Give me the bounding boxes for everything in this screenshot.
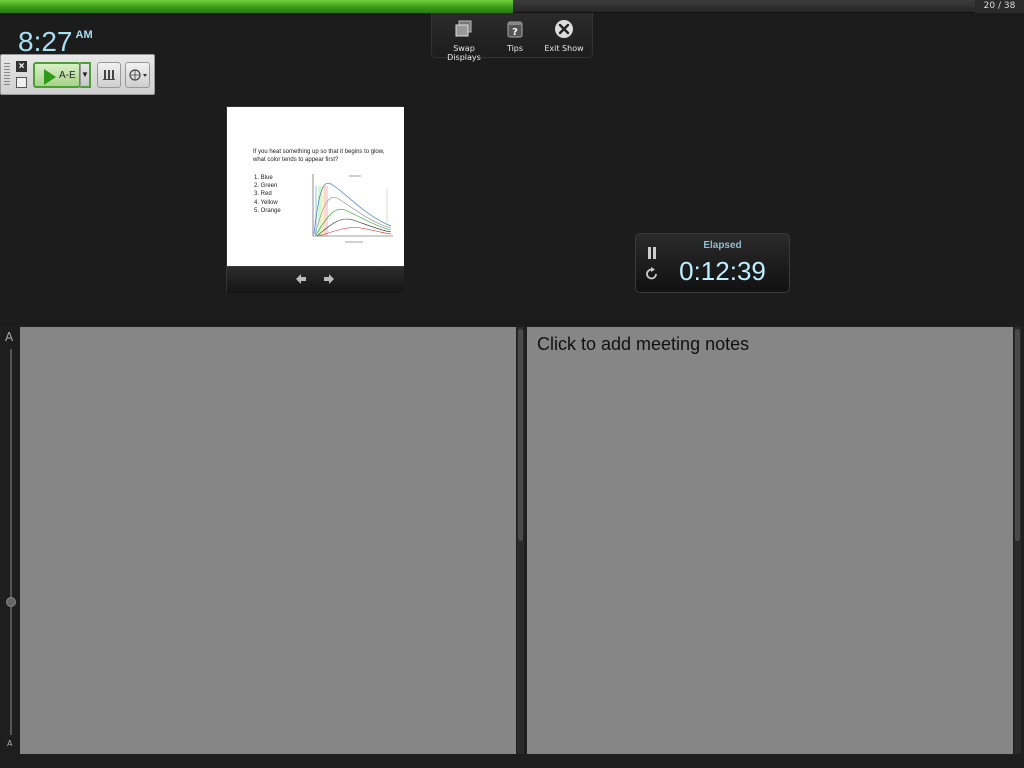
start-polling-button[interactable]: A-E [33,62,81,88]
clock-ampm: AM [75,29,93,41]
meeting-notes-placeholder[interactable]: Click to add meeting notes [537,334,749,355]
timer-label: Elapsed [703,240,742,251]
slide-question: If you heat something up so that it begi… [253,149,385,163]
presenter-toolbar: Swap Displays ? Tips Exit Show [431,13,593,62]
palette-drag-handle[interactable] [4,63,10,87]
slide-progress-fill [0,0,513,13]
elapsed-timer: Elapsed 0:12:39 [635,233,790,293]
exit-show-button[interactable]: Exit Show [540,13,588,58]
font-size-track[interactable] [10,349,12,735]
speaker-notes-pane[interactable] [20,327,516,754]
slide-progress-bar [0,0,975,13]
slide-counter: 20 / 38 [975,0,1024,13]
play-icon [44,69,56,85]
slide-navigation [227,266,404,293]
slide-option: 5. Orange [254,207,281,214]
slide-option: 4. Yellow [254,199,278,206]
speaker-notes-scrollbar[interactable] [517,327,524,754]
current-slide-preview: If you heat something up so that it begi… [226,106,404,293]
blackbody-graph-image [305,170,395,250]
notes-area: A A Click to add meeting notes [0,325,1024,768]
timer-value: 0:12:39 [679,256,766,286]
show-results-button[interactable] [97,62,121,88]
tips-button[interactable]: ? Tips [498,13,532,58]
palette-close-button[interactable]: × [16,61,27,72]
help-icon: ? [507,21,523,38]
slide-option: 1. Blue [254,175,273,181]
meeting-notes-scroll-thumb[interactable] [1015,329,1020,541]
swap-displays-button[interactable]: Swap Displays [438,13,490,62]
next-slide-arrow-icon[interactable] [323,273,335,285]
font-size-large-label: A [5,330,14,344]
close-circle-icon [555,20,573,38]
swap-displays-label: Swap Displays [447,44,481,62]
slide-option: 3. Red [254,191,272,198]
slide-thumbnail[interactable]: If you heat something up so that it begi… [227,107,404,266]
font-size-slider[interactable]: A A [0,325,20,755]
speaker-notes-scroll-thumb[interactable] [518,329,523,541]
bar-chart-icon [103,70,115,80]
slide-option: 2. Green [254,183,278,190]
meeting-notes-pane[interactable]: Click to add meeting notes [527,327,1013,754]
meeting-notes-scrollbar[interactable] [1014,327,1021,754]
font-size-knob[interactable] [6,597,16,607]
palette-duplicate-button[interactable] [16,77,27,88]
font-size-small-label: A [7,739,13,748]
previous-slide-arrow-icon[interactable] [295,273,307,285]
swap-displays-icon [455,20,472,37]
polling-mode-dropdown[interactable]: ▼ [80,62,91,88]
polling-mode-label: A-E [59,70,76,81]
chevron-down-icon: ▼ [81,70,89,79]
svg-text:?: ? [512,27,518,38]
slide-options: 1. Blue 2. Green 3. Red 4. Yellow 5. Ora… [254,174,281,215]
presenter-view: 20 / 38 8:27 AM Swap Displays ? Tips Exi… [0,0,1024,768]
settings-menu-button[interactable] [125,62,150,88]
polling-palette: × A-E ▼ [0,54,155,95]
exit-show-label: Exit Show [544,44,584,53]
globe-icon [129,69,147,81]
clock-time: 8:27 [18,26,73,57]
tips-label: Tips [506,44,524,53]
